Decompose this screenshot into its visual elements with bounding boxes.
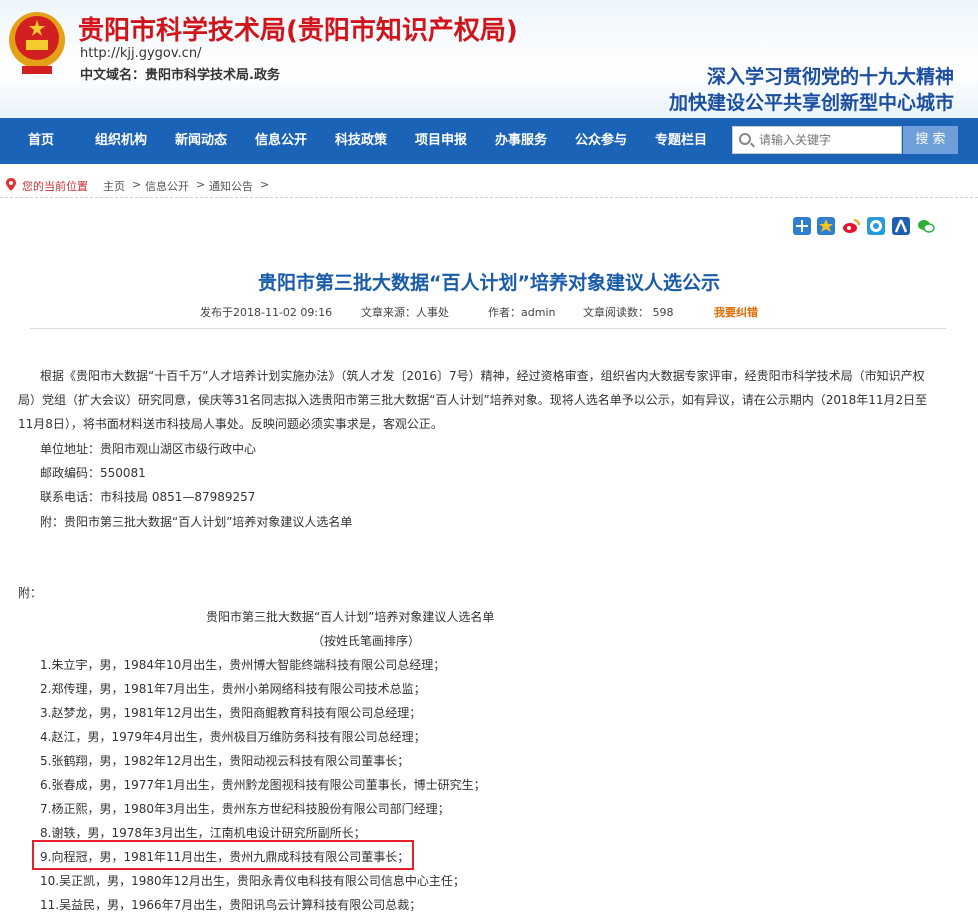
breadcrumb-item-home[interactable]: 主页 [103, 178, 125, 194]
candidate-item: 8.谢轶，男，1978年3月出生，江南机电设计研究所副所长； [40, 826, 366, 840]
breadcrumb-separator: > [260, 178, 270, 191]
site-header: 贵阳市科学技术局(贵阳市知识产权局) http://kjj.gygov.cn/ … [0, 0, 978, 118]
search-button[interactable]: 搜 索 [903, 126, 958, 154]
nav-item-tech-policy[interactable]: 科技政策 [335, 118, 387, 164]
location-pin-icon [6, 178, 16, 191]
breadcrumb-item-info-public[interactable]: 信息公开 [145, 178, 189, 194]
appendix-label: 附： [18, 586, 43, 600]
breadcrumb-item-notices[interactable]: 通知公告 [209, 178, 253, 194]
search-input[interactable] [759, 130, 899, 150]
site-domain: 中文域名：贵阳市科学技术局.政务 [80, 68, 280, 83]
breadcrumb-separator: > [196, 178, 206, 191]
add-share-icon[interactable] [793, 217, 811, 235]
highlight-annotation-box [32, 840, 414, 870]
article-source: 文章来源：人事处 [361, 306, 449, 319]
renren-icon[interactable] [892, 217, 910, 235]
candidate-item: 5.张鹤翔，男，1982年12月出生，贵阳动视云科技有限公司董事长； [40, 754, 410, 768]
nav-item-info-public[interactable]: 信息公开 [255, 118, 307, 164]
breadcrumb: 您的当前位置 主页 > 信息公开 > 通知公告 > [0, 174, 978, 196]
body-paragraph-line-2: 局）党组（扩大会议）研究同意，侯庆等31名同志拟入选贵阳市第三批大数据“百人计划… [18, 393, 928, 407]
list-title: 贵阳市第三批大数据“百人计划”培养对象建议人选名单 [206, 610, 495, 624]
site-url[interactable]: http://kjj.gygov.cn/ [80, 46, 201, 61]
article-read-count: 文章阅读数： 598 [583, 306, 674, 319]
slogan-line-2: 加快建设公平共享创新型中心城市 [668, 92, 954, 114]
candidate-item: 7.杨正熙，男，1980年3月出生，贵州东方世纪科技股份有限公司部门经理； [40, 802, 450, 816]
main-nav: 首页 组织机构 新闻动态 信息公开 科技政策 项目申报 办事服务 公众参与 专题… [0, 118, 978, 164]
nav-item-services[interactable]: 办事服务 [495, 118, 547, 164]
candidate-item: 1.朱立宇，男，1984年10月出生，贵州博大智能终端科技有限公司总经理； [40, 658, 446, 672]
breadcrumb-divider [0, 197, 978, 198]
candidate-item: 10.吴正凯，男，1980年12月出生，贵阳永青仪电科技有限公司信息中心主任； [40, 874, 465, 888]
candidate-item: 3.赵梦龙，男，1981年12月出生，贵阳商鲲教育科技有限公司总经理； [40, 706, 422, 720]
wechat-icon[interactable] [917, 217, 935, 235]
qq-share-icon[interactable] [867, 217, 885, 235]
contact-postcode: 邮政编码：550081 [40, 466, 146, 480]
body-paragraph-line-1: 根据《贵阳市大数据“十百千万”人才培养计划实施办法》（筑人才发〔2016〕7号）… [40, 369, 925, 383]
weibo-icon[interactable] [842, 217, 860, 235]
site-title: 贵阳市科学技术局(贵阳市知识产权局) [78, 16, 518, 46]
breadcrumb-label: 您的当前位置 [22, 180, 88, 193]
candidate-item: 11.吴益民，男，1966年7月出生，贵阳讯鸟云计算科技有限公司总裁； [40, 898, 422, 912]
list-subtitle: （按姓氏笔画排序） [312, 634, 421, 648]
body-paragraph-line-3: 11月8日），将书面材料送市科技局人事处。反映问题必须实事求是，客观公正。 [18, 417, 443, 431]
title-divider [30, 328, 946, 329]
search-icon [739, 133, 751, 145]
candidate-item: 2.郑传理，男，1981年7月出生，贵州小弟网络科技有限公司技术总监； [40, 682, 426, 696]
search-box [732, 126, 902, 154]
contact-phone: 联系电话：市科技局 0851—87989257 [40, 490, 256, 504]
nav-item-project-apply[interactable]: 项目申报 [415, 118, 467, 164]
nav-item-home[interactable]: 首页 [28, 118, 54, 164]
candidate-item: 4.赵江，男，1979年4月出生，贵州极目万维防务科技有限公司总经理； [40, 730, 426, 744]
attachment-note: 附：贵阳市第三批大数据“百人计划”培养对象建议人选名单 [40, 515, 353, 529]
candidate-item: 6.张春成，男，1977年1月出生，贵州黔龙图视科技有限公司董事长，博士研究生； [40, 778, 486, 792]
nav-item-public-participation[interactable]: 公众参与 [575, 118, 627, 164]
breadcrumb-separator: > [132, 178, 142, 191]
article-title: 贵阳市第三批大数据“百人计划”培养对象建议人选公示 [258, 272, 720, 294]
nav-item-organization[interactable]: 组织机构 [95, 118, 147, 164]
nav-item-news[interactable]: 新闻动态 [175, 118, 227, 164]
article-author: 作者：admin [488, 306, 556, 319]
nav-item-special-topics[interactable]: 专题栏目 [655, 118, 707, 164]
slogan-line-1: 深入学习贯彻党的十九大精神 [706, 66, 954, 88]
favorite-icon[interactable] [817, 217, 835, 235]
report-error-link[interactable]: 我要纠错 [714, 304, 758, 320]
article-publish-time: 发布于2018-11-02 09:16 [200, 306, 333, 319]
contact-address: 单位地址：贵阳市观山湖区市级行政中心 [40, 442, 257, 456]
national-emblem-icon [9, 12, 65, 74]
